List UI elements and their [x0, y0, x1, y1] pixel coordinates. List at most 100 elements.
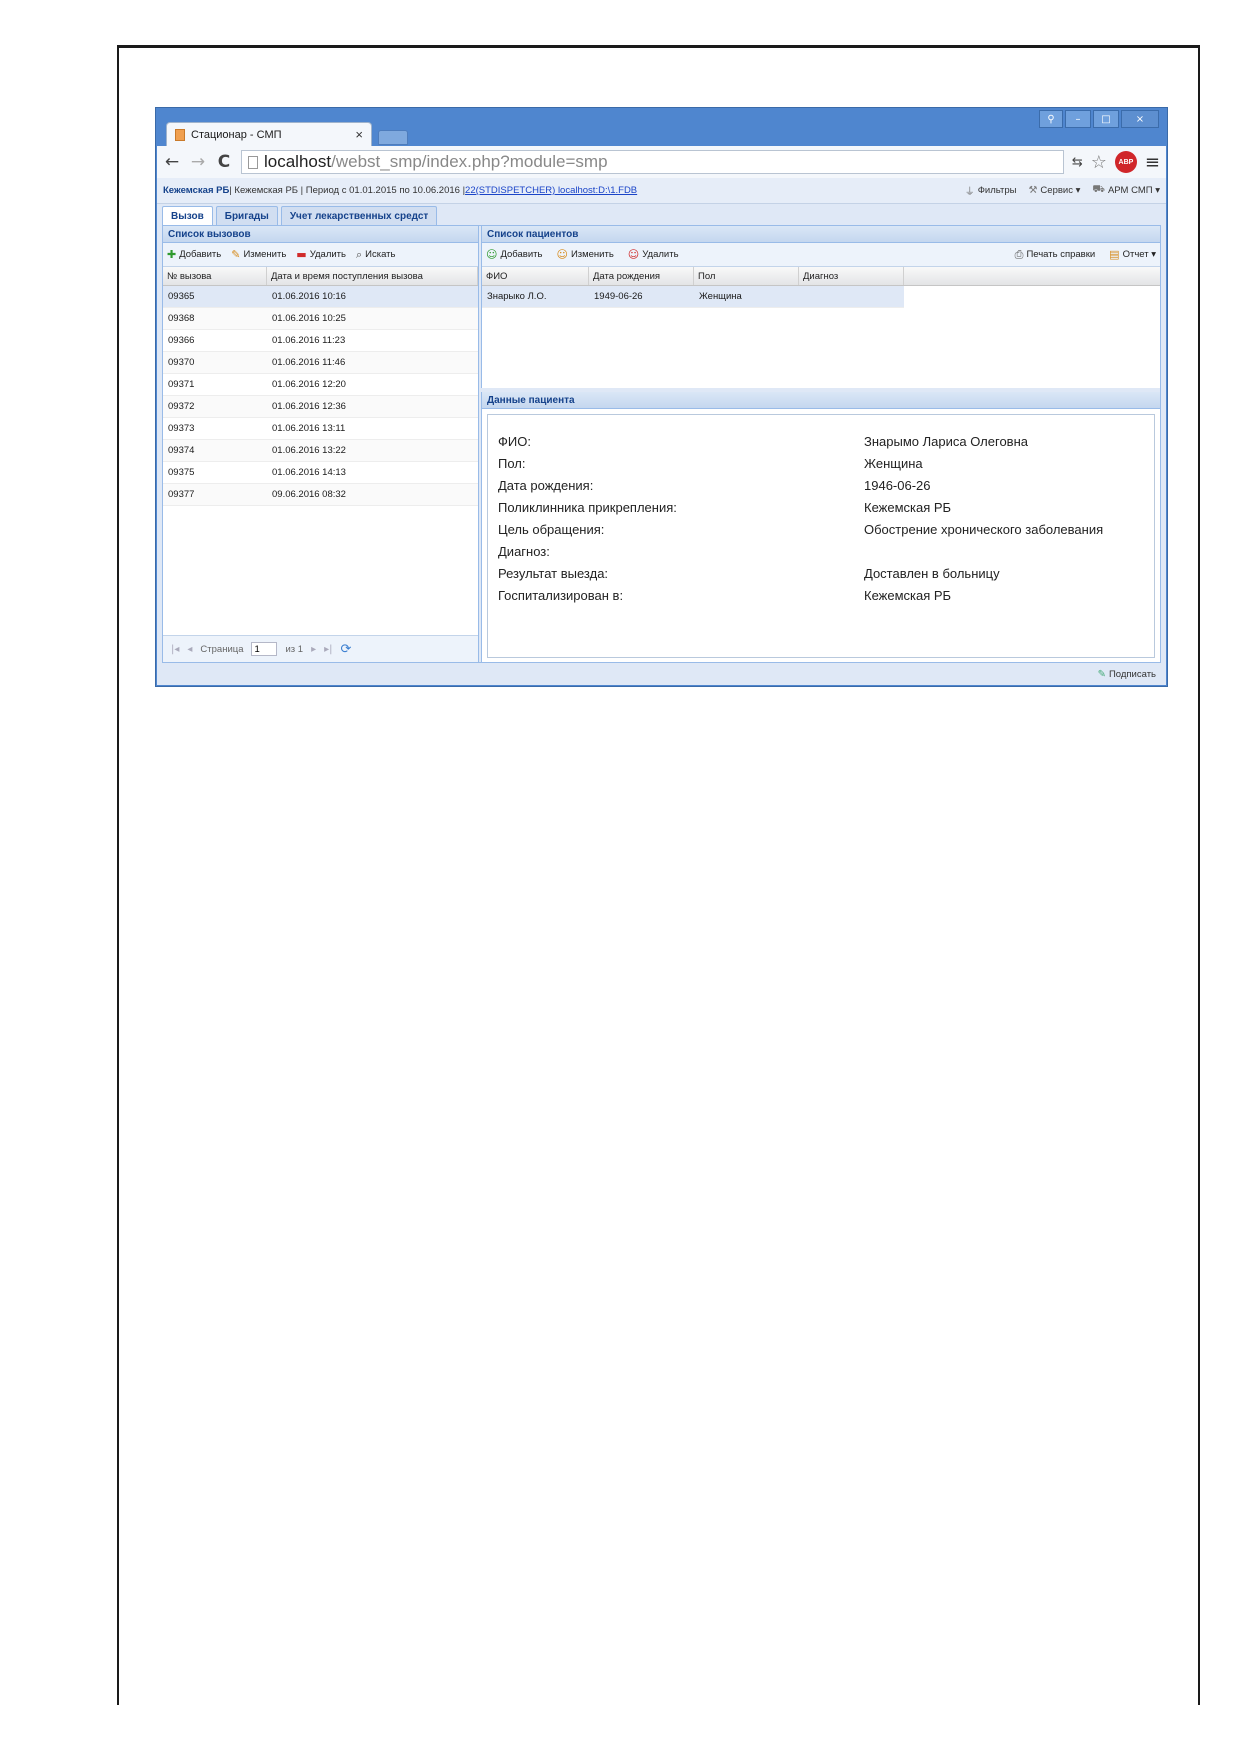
tab-strip: Стационар - СМП ×	[166, 122, 566, 146]
col-sex[interactable]: Пол	[694, 267, 799, 285]
report-label: Отчет ▾	[1122, 249, 1156, 260]
tab-close-icon[interactable]: ×	[355, 127, 363, 142]
add-call-button[interactable]: ✚ Добавить	[167, 248, 221, 261]
prev-page-icon[interactable]: ◂	[187, 644, 192, 655]
filters-label: Фильтры	[977, 185, 1017, 196]
call-number-cell: 09366	[168, 335, 195, 346]
report-menu-button[interactable]: ▤ Отчет ▾	[1109, 248, 1156, 261]
col-fio[interactable]: ФИО	[482, 267, 589, 285]
detail-value: 1946-06-26	[864, 477, 931, 493]
translate-icon[interactable]: ⇆	[1072, 155, 1083, 170]
patients-toolbar: ☺ Добавить ☺ Изменить ☺ Удалить ⎙ Печать…	[482, 243, 1160, 267]
detail-row: Дата рождения: 1946-06-26	[498, 474, 1144, 496]
bookmark-star-icon[interactable]: ☆	[1091, 152, 1107, 173]
tab-calls[interactable]: Вызов	[162, 206, 213, 225]
edit-call-button[interactable]: ✎ Изменить	[231, 248, 286, 261]
browser-window: ⚲ – □ × Стационар - СМП × ← → C localhos…	[155, 107, 1168, 687]
browser-extensions: ⇆ ☆ ABP ≡	[1072, 151, 1160, 173]
table-row[interactable]: 09377 09.06.2016 08:32	[163, 484, 478, 506]
col-call-datetime[interactable]: Дата и время поступления вызова	[267, 267, 478, 285]
wrench-icon: ⚒	[1028, 185, 1038, 196]
call-datetime-cell: 01.06.2016 10:25	[272, 313, 346, 324]
page-of-label: из 1	[285, 643, 304, 655]
edit-patient-button[interactable]: ☺ Изменить	[556, 248, 613, 261]
user-icon[interactable]: ⚲	[1039, 110, 1063, 128]
address-bar[interactable]: localhost/webst_smp/index.php?module=smp	[241, 150, 1064, 174]
last-page-icon[interactable]: ▸|	[324, 644, 332, 655]
db-link[interactable]: 22(STDISPETCHER) localhost:D:\1.FDB	[465, 185, 637, 196]
table-row[interactable]: 09368 01.06.2016 10:25	[163, 308, 478, 330]
col-birthdate[interactable]: Дата рождения	[589, 267, 694, 285]
app-header: Кежемская РБ | Кежемская РБ | Период с 0…	[157, 178, 1166, 204]
refresh-icon[interactable]: ⟳	[341, 642, 352, 657]
menu-icon[interactable]: ≡	[1145, 152, 1160, 173]
table-row[interactable]: 09372 01.06.2016 12:36	[163, 396, 478, 418]
filters-button[interactable]: ⏚ Фильтры	[965, 183, 1017, 198]
detail-label: Результат выезда:	[498, 565, 609, 581]
table-row[interactable]: 09374 01.06.2016 13:22	[163, 440, 478, 462]
detail-row: Пол: Женщина	[498, 452, 1144, 474]
tab-brigades[interactable]: Бригады	[215, 206, 278, 225]
table-row[interactable]: 09371 01.06.2016 12:20	[163, 374, 478, 396]
call-number-cell: 09377	[168, 489, 195, 500]
patient-diagnosis-cell	[799, 286, 904, 307]
table-row[interactable]: 09375 01.06.2016 14:13	[163, 462, 478, 484]
detail-label: Пол:	[498, 455, 526, 471]
sign-button[interactable]: ✎ Подписать	[1098, 669, 1156, 680]
first-page-icon[interactable]: |◂	[171, 644, 179, 655]
call-number-cell: 09374	[168, 445, 195, 456]
detail-label: Поликлинника прикрепления:	[498, 499, 677, 515]
arm-menu-button[interactable]: ⛟ АРМ СМП ▾	[1092, 184, 1160, 197]
search-call-button[interactable]: ⌕ Искать	[356, 248, 396, 262]
page-input[interactable]	[251, 642, 278, 656]
adblock-icon[interactable]: ABP	[1114, 151, 1137, 173]
call-datetime-cell: 01.06.2016 11:23	[272, 335, 346, 346]
add-icon: ✚	[167, 248, 177, 261]
table-row[interactable]: 09366 01.06.2016 11:23	[163, 330, 478, 352]
minimize-button[interactable]: –	[1065, 110, 1091, 128]
service-label: Сервис ▾	[1040, 185, 1081, 196]
table-row[interactable]: 09365 01.06.2016 10:16	[163, 286, 478, 308]
call-datetime-cell: 01.06.2016 12:20	[272, 379, 346, 390]
col-call-number[interactable]: № вызова	[163, 267, 267, 285]
search-call-label: Искать	[365, 249, 396, 260]
page-icon	[248, 155, 258, 169]
window-controls: ⚲ – □ ×	[1039, 110, 1159, 128]
service-menu-button[interactable]: ⚒ Сервис ▾	[1028, 185, 1080, 196]
table-row[interactable]: 09370 01.06.2016 11:46	[163, 352, 478, 374]
table-row[interactable]: Знарыко Л.О. 1949-06-26 Женщина	[482, 286, 904, 308]
detail-value: Женщина	[864, 455, 923, 471]
table-row[interactable]: 09373 01.06.2016 13:11	[163, 418, 478, 440]
forward-icon[interactable]: →	[189, 152, 207, 172]
report-icon: ▤	[1109, 248, 1120, 261]
add-user-icon: ☺	[486, 248, 498, 261]
delete-call-button[interactable]: ▬ Удалить	[296, 248, 346, 261]
new-tab-button[interactable]	[378, 130, 408, 145]
sign-icon: ✎	[1097, 668, 1106, 680]
detail-label: Цель обращения:	[498, 521, 605, 537]
delete-patient-button[interactable]: ☺ Удалить	[628, 248, 679, 261]
next-page-icon[interactable]: ▸	[311, 644, 316, 655]
org-name: Кежемская РБ	[163, 185, 230, 196]
call-datetime-cell: 01.06.2016 12:36	[272, 401, 346, 412]
delete-call-label: Удалить	[309, 249, 346, 260]
maximize-button[interactable]: □	[1093, 110, 1119, 128]
patient-details-box: ФИО: Знарымо Лариса Олеговна Пол: Женщина Да…	[487, 414, 1155, 658]
print-certificate-button[interactable]: ⎙ Печать справки	[1015, 248, 1096, 262]
detail-value: Знарымо Лариса Олеговна	[864, 433, 1028, 449]
back-icon[interactable]: ←	[163, 152, 181, 172]
detail-row: Цель обращения: Обострение хронического з…	[498, 518, 1144, 540]
edit-patient-label: Изменить	[570, 249, 614, 260]
add-patient-button[interactable]: ☺ Добавить	[486, 248, 542, 261]
reload-icon[interactable]: C	[215, 152, 233, 172]
detail-value: Доставлен в больницу	[864, 565, 1000, 581]
tab-medicine-accounting[interactable]: Учет лекарственных средст	[280, 206, 438, 225]
car-icon: ⛟	[1092, 184, 1105, 195]
close-window-button[interactable]: ×	[1121, 110, 1159, 128]
call-number-cell: 09365	[168, 291, 195, 302]
detail-value: Кежемская РБ	[864, 587, 952, 603]
patients-grid-body: Знарыко Л.О. 1949-06-26 Женщина	[482, 286, 1160, 308]
col-diagnosis[interactable]: Диагноз	[799, 267, 904, 285]
browser-tab[interactable]: Стационар - СМП ×	[166, 122, 372, 146]
call-number-cell: 09375	[168, 467, 195, 478]
